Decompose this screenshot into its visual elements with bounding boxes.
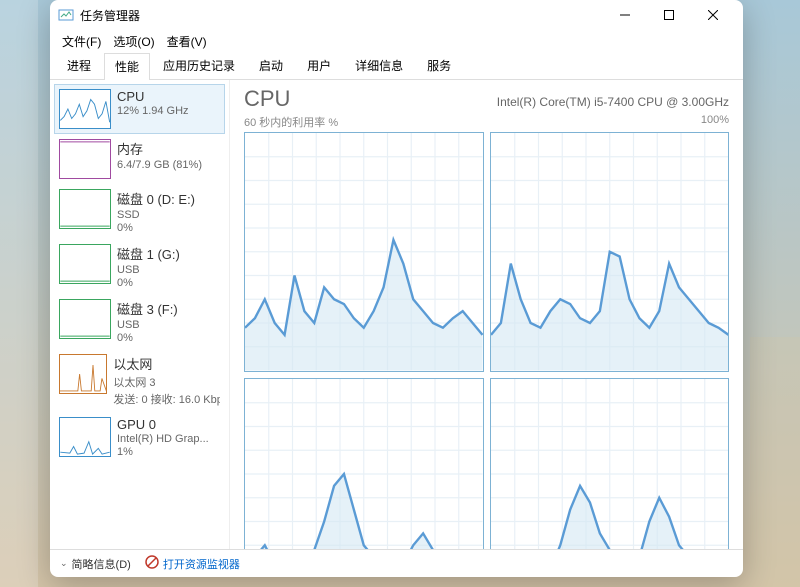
panel-title: CPU xyxy=(244,86,290,112)
sidebar-item-name: 磁盘 3 (F:) xyxy=(117,299,178,318)
sidebar-item-CPU[interactable]: CPU12% 1.94 GHz xyxy=(54,84,225,134)
sidebar-item-line2: 12% 1.94 GHz xyxy=(117,105,189,117)
tab-bar: 进程性能应用历史记录启动用户详细信息服务 xyxy=(50,52,743,80)
titlebar[interactable]: 任务管理器 xyxy=(50,0,743,30)
sidebar-item-GPU 0[interactable]: GPU 0Intel(R) HD Grap...1% xyxy=(54,412,225,463)
footer-bar: ⌄ 简略信息(D) 打开资源监视器 xyxy=(50,549,743,577)
sidebar-item-line3: 0% xyxy=(117,222,195,234)
graph-left-label: 60 秒内的利用率 % xyxy=(244,114,338,130)
sidebar-item-name: 磁盘 1 (G:) xyxy=(117,244,180,263)
menubar: 文件(F)选项(O)查看(V) xyxy=(50,30,743,52)
fewer-details-button[interactable]: ⌄ 简略信息(D) xyxy=(60,556,131,572)
open-resource-monitor-link[interactable]: 打开资源监视器 xyxy=(145,555,240,572)
maximize-button[interactable] xyxy=(647,0,691,30)
sidebar-item-内存[interactable]: 内存6.4/7.9 GB (81%) xyxy=(54,134,225,184)
sidebar-thumbnail xyxy=(59,189,111,229)
sidebar-item-name: 以太网 xyxy=(113,354,220,373)
sidebar-thumbnail xyxy=(59,299,111,339)
chevron-down-icon: ⌄ xyxy=(60,558,68,569)
graph-right-label: 100% xyxy=(701,114,729,130)
tab-性能[interactable]: 性能 xyxy=(104,53,150,80)
app-icon xyxy=(58,7,74,23)
sidebar-item-line2: USB xyxy=(117,319,178,331)
sidebar-item-磁盘 1 (G:)[interactable]: 磁盘 1 (G:)USB0% xyxy=(54,239,225,294)
sidebar-item-磁盘 3 (F:)[interactable]: 磁盘 3 (F:)USB0% xyxy=(54,294,225,349)
cpu-model: Intel(R) Core(TM) i5-7400 CPU @ 3.00GHz xyxy=(497,95,729,109)
sidebar-item-以太网[interactable]: 以太网以太网 3发送: 0 接收: 16.0 Kbps xyxy=(54,349,225,412)
cpu-core-graphs xyxy=(244,132,729,549)
sidebar-item-line2: USB xyxy=(117,264,180,276)
tab-进程[interactable]: 进程 xyxy=(56,52,102,79)
cpu-core-graph-3 xyxy=(490,378,730,550)
sidebar-item-line2: Intel(R) HD Grap... xyxy=(117,433,209,445)
sidebar-thumbnail xyxy=(59,139,111,179)
sidebar-item-name: 内存 xyxy=(117,139,202,158)
menu-item-2[interactable]: 查看(V) xyxy=(163,31,211,52)
tab-详细信息[interactable]: 详细信息 xyxy=(344,52,414,79)
sidebar-item-line3: 0% xyxy=(117,332,178,344)
sidebar-item-line3: 0% xyxy=(117,277,180,289)
performance-sidebar: CPU12% 1.94 GHz内存6.4/7.9 GB (81%)磁盘 0 (D… xyxy=(50,80,230,549)
cpu-core-graph-0 xyxy=(244,132,484,372)
sidebar-thumbnail xyxy=(59,354,107,394)
tab-启动[interactable]: 启动 xyxy=(248,52,294,79)
sidebar-thumbnail xyxy=(59,417,111,457)
window-title: 任务管理器 xyxy=(80,7,603,24)
menu-item-1[interactable]: 选项(O) xyxy=(109,31,158,52)
sidebar-item-line3: 发送: 0 接收: 16.0 Kbps xyxy=(113,391,220,407)
resource-monitor-icon xyxy=(145,555,159,572)
tab-用户[interactable]: 用户 xyxy=(296,52,342,79)
sidebar-item-name: 磁盘 0 (D: E:) xyxy=(117,189,195,208)
sidebar-item-name: GPU 0 xyxy=(117,417,209,432)
close-button[interactable] xyxy=(691,0,735,30)
tab-服务[interactable]: 服务 xyxy=(416,52,462,79)
sidebar-item-name: CPU xyxy=(117,89,189,104)
sidebar-item-line2: SSD xyxy=(117,209,195,221)
cpu-core-graph-1 xyxy=(490,132,730,372)
sidebar-thumbnail xyxy=(59,244,111,284)
minimize-button[interactable] xyxy=(603,0,647,30)
cpu-core-graph-2 xyxy=(244,378,484,550)
sidebar-thumbnail xyxy=(59,89,111,129)
sidebar-item-line3: 1% xyxy=(117,446,209,458)
menu-item-0[interactable]: 文件(F) xyxy=(58,31,105,52)
task-manager-window: 任务管理器 文件(F)选项(O)查看(V) 进程性能应用历史记录启动用户详细信息… xyxy=(50,0,743,577)
sidebar-item-line2: 以太网 3 xyxy=(113,374,220,390)
sidebar-item-line2: 6.4/7.9 GB (81%) xyxy=(117,159,202,171)
cpu-detail-panel: CPU Intel(R) Core(TM) i5-7400 CPU @ 3.00… xyxy=(230,80,743,549)
tab-应用历史记录[interactable]: 应用历史记录 xyxy=(152,52,246,79)
sidebar-item-磁盘 0 (D: E:)[interactable]: 磁盘 0 (D: E:)SSD0% xyxy=(54,184,225,239)
